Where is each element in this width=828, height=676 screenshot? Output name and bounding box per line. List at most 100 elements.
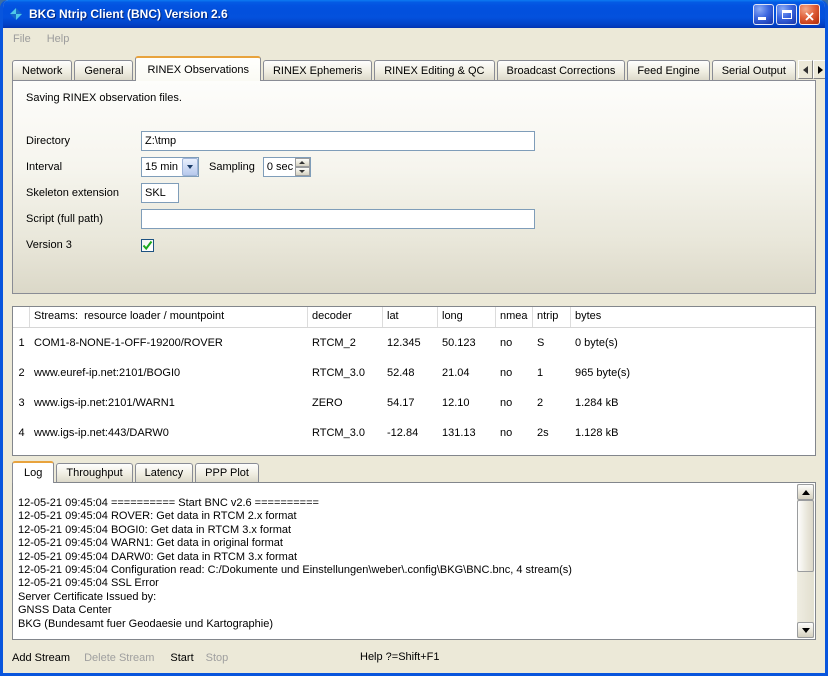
tab-broadcast-corrections[interactable]: Broadcast Corrections bbox=[497, 60, 626, 80]
script-path-input[interactable] bbox=[141, 209, 535, 229]
interval-value: 15 min bbox=[142, 161, 182, 173]
tab-rinex-ephemeris[interactable]: RINEX Ephemeris bbox=[263, 60, 372, 80]
close-button[interactable] bbox=[799, 4, 820, 25]
tab-scroll-buttons bbox=[798, 60, 828, 79]
spin-down-button[interactable] bbox=[295, 167, 310, 176]
cell-long: 12.10 bbox=[438, 397, 496, 409]
tab-rinex-observations[interactable]: RINEX Observations bbox=[135, 56, 260, 81]
log-line: 12-05-21 09:45:04 ========== Start BNC v… bbox=[18, 497, 792, 510]
spin-up-button[interactable] bbox=[295, 158, 310, 167]
cell-long: 21.04 bbox=[438, 367, 496, 379]
minimize-button[interactable] bbox=[753, 4, 774, 25]
header-decoder: decoder bbox=[308, 307, 383, 327]
cell-lat: -12.84 bbox=[383, 427, 438, 439]
title-bar: BKG Ntrip Client (BNC) Version 2.6 bbox=[3, 0, 825, 28]
cell-bytes: 965 byte(s) bbox=[571, 367, 815, 379]
row-number: 1 bbox=[13, 337, 30, 349]
tab-network[interactable]: Network bbox=[12, 60, 72, 80]
log-output: 12-05-21 09:45:04 ========== Start BNC v… bbox=[12, 482, 816, 640]
delete-stream-button[interactable]: Delete Stream bbox=[84, 652, 154, 664]
version3-checkbox[interactable] bbox=[141, 239, 154, 252]
tab-scroll-left-button[interactable] bbox=[798, 60, 813, 79]
stop-button[interactable]: Stop bbox=[206, 652, 229, 664]
header-lat: lat bbox=[383, 307, 438, 327]
sampling-spinner[interactable]: 0 sec bbox=[263, 157, 311, 177]
tab-scroll-right-button[interactable] bbox=[813, 60, 828, 79]
bottom-button-bar: Add Stream Delete Stream Start Stop Help… bbox=[12, 646, 816, 670]
directory-label: Directory bbox=[26, 135, 141, 147]
panel-description: Saving RINEX observation files. bbox=[26, 92, 182, 104]
sampling-value: 0 sec bbox=[264, 158, 295, 176]
version3-label: Version 3 bbox=[26, 239, 141, 251]
cell-decoder: RTCM_3.0 bbox=[308, 367, 383, 379]
close-icon bbox=[804, 9, 815, 27]
log-line: GNSS Data Center bbox=[18, 604, 792, 617]
tab-serial-output[interactable]: Serial Output bbox=[712, 60, 796, 80]
directory-input[interactable] bbox=[141, 131, 535, 151]
header-long: long bbox=[438, 307, 496, 327]
tab-ppp-plot[interactable]: PPP Plot bbox=[195, 463, 259, 482]
tab-latency[interactable]: Latency bbox=[135, 463, 194, 482]
menu-file[interactable]: File bbox=[5, 30, 39, 48]
tab-feed-engine[interactable]: Feed Engine bbox=[627, 60, 709, 80]
row-number: 2 bbox=[13, 367, 30, 379]
streams-table: Streams: resource loader / mountpoint de… bbox=[12, 306, 816, 456]
log-line: Server Certificate Issued by: bbox=[18, 591, 792, 604]
table-row[interactable]: 2 www.euref-ip.net:2101/BOGI0 RTCM_3.0 5… bbox=[13, 358, 815, 388]
check-icon bbox=[142, 240, 153, 251]
skeleton-extension-input[interactable] bbox=[141, 183, 179, 203]
cell-mountpoint: COM1-8-NONE-1-OFF-19200/ROVER bbox=[30, 337, 308, 349]
tab-throughput[interactable]: Throughput bbox=[56, 463, 132, 482]
header-bytes: bytes bbox=[571, 307, 815, 327]
cell-decoder: RTCM_2 bbox=[308, 337, 383, 349]
header-row-number bbox=[13, 307, 30, 327]
arrow-left-icon bbox=[803, 66, 808, 74]
cell-long: 131.13 bbox=[438, 427, 496, 439]
log-scrollbar[interactable] bbox=[797, 484, 814, 638]
cell-nmea: no bbox=[496, 337, 533, 349]
cell-lat: 52.48 bbox=[383, 367, 438, 379]
tab-log[interactable]: Log bbox=[12, 461, 54, 483]
scroll-up-button[interactable] bbox=[797, 484, 814, 500]
table-row[interactable]: 4 www.igs-ip.net:443/DARW0 RTCM_3.0 -12.… bbox=[13, 418, 815, 448]
scroll-down-button[interactable] bbox=[797, 622, 814, 638]
cell-decoder: RTCM_3.0 bbox=[308, 427, 383, 439]
log-line: BKG (Bundesamt fuer Geodaesie und Kartog… bbox=[18, 618, 792, 631]
cell-mountpoint: www.igs-ip.net:2101/WARN1 bbox=[30, 397, 308, 409]
header-ntrip: ntrip bbox=[533, 307, 571, 327]
tab-general[interactable]: General bbox=[74, 60, 133, 80]
tab-rinex-editing-qc[interactable]: RINEX Editing & QC bbox=[374, 60, 494, 80]
interval-row: Interval 15 min Sampling 0 sec bbox=[26, 157, 311, 177]
menu-help[interactable]: Help bbox=[39, 30, 78, 48]
cell-ntrip: 1 bbox=[533, 367, 571, 379]
cell-lat: 54.17 bbox=[383, 397, 438, 409]
directory-row: Directory bbox=[26, 131, 535, 151]
interval-dropdown-button[interactable] bbox=[182, 158, 198, 176]
arrow-down-icon bbox=[802, 628, 810, 633]
cell-decoder: ZERO bbox=[308, 397, 383, 409]
arrow-up-icon bbox=[802, 490, 810, 495]
app-window: BKG Ntrip Client (BNC) Version 2.6 File … bbox=[0, 0, 828, 676]
table-row[interactable]: 1 COM1-8-NONE-1-OFF-19200/ROVER RTCM_2 1… bbox=[13, 328, 815, 358]
scrollbar-thumb[interactable] bbox=[797, 500, 814, 572]
log-line: 12-05-21 09:45:04 ROVER: Get data in RTC… bbox=[18, 510, 792, 523]
interval-label: Interval bbox=[26, 161, 141, 173]
chevron-up-icon bbox=[299, 161, 305, 164]
table-row[interactable]: 3 www.igs-ip.net:2101/WARN1 ZERO 54.17 1… bbox=[13, 388, 815, 418]
version3-row: Version 3 bbox=[26, 235, 154, 255]
cell-ntrip: S bbox=[533, 337, 571, 349]
script-path-label: Script (full path) bbox=[26, 213, 141, 225]
add-stream-button[interactable]: Add Stream bbox=[12, 652, 70, 664]
skeleton-row: Skeleton extension bbox=[26, 183, 179, 203]
script-row: Script (full path) bbox=[26, 209, 535, 229]
cell-bytes: 1.128 kB bbox=[571, 427, 815, 439]
start-button[interactable]: Start bbox=[170, 652, 193, 664]
chevron-down-icon bbox=[187, 165, 193, 169]
header-nmea: nmea bbox=[496, 307, 533, 327]
app-icon bbox=[8, 6, 24, 22]
log-tab-bar: Log Throughput Latency PPP Plot bbox=[12, 461, 261, 483]
maximize-button[interactable] bbox=[776, 4, 797, 25]
log-line: 12-05-21 09:45:04 WARN1: Get data in ori… bbox=[18, 537, 792, 550]
interval-dropdown[interactable]: 15 min bbox=[141, 157, 199, 177]
log-line: 12-05-21 09:45:04 SSL Error bbox=[18, 577, 792, 590]
